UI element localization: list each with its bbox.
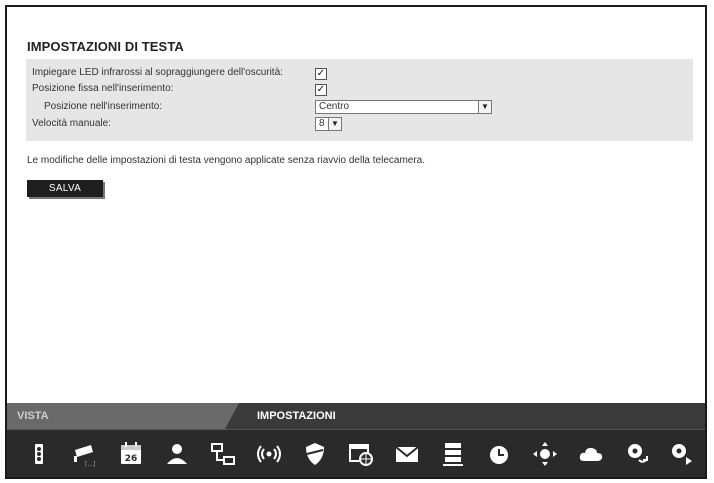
tab-vista[interactable]: VISTA	[7, 403, 239, 429]
setting-label-fixed-position: Posizione fissa nell'inserimento:	[32, 83, 174, 94]
setting-row-ir-led: Impiegare LED infrarossi al sopraggiunge…	[32, 65, 687, 81]
manual-speed-select-value: 8	[319, 118, 325, 129]
chevron-down-icon: ▼	[478, 101, 491, 113]
tab-bar: VISTA IMPOSTAZIONI	[7, 403, 705, 429]
info-note: Le modifiche delle impostazioni di testa…	[27, 155, 426, 166]
calendar-day-label: 26	[125, 454, 138, 464]
tab-impostazioni[interactable]: IMPOSTAZIONI	[257, 403, 336, 429]
email-icon[interactable]	[389, 438, 425, 470]
settings-update-icon[interactable]	[619, 438, 655, 470]
wireless-icon[interactable]	[251, 438, 287, 470]
setting-label-manual-speed: Velocità manuale:	[32, 118, 111, 129]
calendar-icon[interactable]: 26	[113, 438, 149, 470]
setting-control-manual-speed: 8 ▼	[315, 116, 342, 132]
network-icon[interactable]	[205, 438, 241, 470]
position-select[interactable]: Centro ▼	[315, 100, 492, 114]
setting-label-ir-led: Impiegare LED infrarossi al sopraggiunge…	[32, 67, 283, 78]
setting-row-position: Posizione nell'inserimento: Centro ▼	[32, 99, 687, 115]
icon-toolbar: [...] 26	[7, 429, 705, 477]
setting-row-fixed-position: Posizione fissa nell'inserimento: ✓	[32, 81, 687, 97]
setting-row-manual-speed: Velocità manuale: 8 ▼	[32, 116, 687, 132]
setting-control-fixed-position: ✓	[315, 81, 327, 97]
setting-label-position: Posizione nell'inserimento:	[44, 101, 163, 112]
ir-led-checkbox[interactable]: ✓	[315, 68, 327, 80]
user-icon[interactable]	[159, 438, 195, 470]
app-frame: IMPOSTAZIONI DI TESTA Impiegare LED infr…	[5, 5, 707, 479]
security-shield-icon[interactable]	[297, 438, 333, 470]
setting-control-position: Centro ▼	[315, 99, 492, 115]
web-browser-icon[interactable]	[343, 438, 379, 470]
manual-speed-select[interactable]: 8 ▼	[315, 117, 342, 131]
settings-next-icon[interactable]	[663, 438, 699, 470]
camera-device-icon[interactable]	[21, 438, 57, 470]
pan-tilt-icon[interactable]	[527, 438, 563, 470]
cloud-icon[interactable]	[573, 438, 609, 470]
chevron-down-icon: ▼	[328, 118, 341, 130]
position-select-value: Centro	[319, 101, 350, 112]
server-storage-icon[interactable]	[435, 438, 471, 470]
fixed-position-checkbox[interactable]: ✓	[315, 84, 327, 96]
save-button[interactable]: SALVA	[27, 180, 103, 197]
svg-text:[...]: [...]	[85, 461, 95, 468]
setting-control-ir-led: ✓	[315, 65, 327, 81]
alarm-clock-icon[interactable]	[481, 438, 517, 470]
settings-panel: Impiegare LED infrarossi al sopraggiunge…	[26, 59, 693, 141]
main-content: IMPOSTAZIONI DI TESTA Impiegare LED infr…	[7, 7, 705, 405]
page-title: IMPOSTAZIONI DI TESTA	[27, 39, 184, 54]
camera-list-icon[interactable]: [...]	[67, 438, 103, 470]
